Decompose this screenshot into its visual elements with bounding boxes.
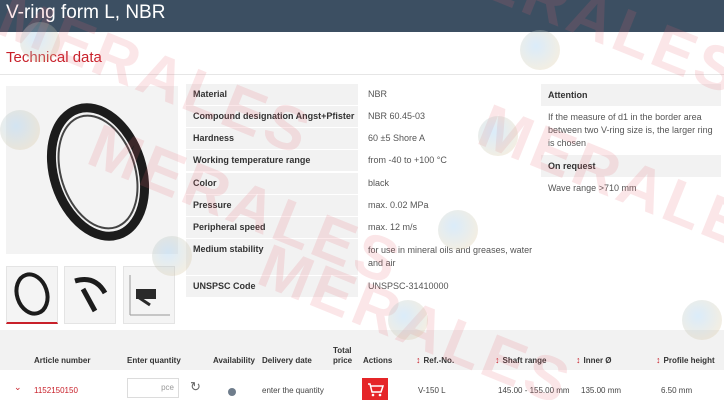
notes-column: Attention If the measure of d1 in the bo…	[541, 84, 721, 200]
spec-row: Medium stability for use in mineral oils…	[186, 239, 538, 275]
profile-thumb-icon	[74, 277, 108, 313]
spec-value: 60 ±5 Shore A	[361, 128, 538, 149]
attention-heading: Attention	[541, 84, 721, 106]
spec-row: Color black	[186, 173, 538, 194]
col-profile-height[interactable]: ↕ Profile height	[656, 355, 715, 365]
spec-label: Peripheral speed	[186, 217, 358, 238]
spec-value: NBR 60.45-03	[361, 106, 538, 127]
sort-icon: ↕	[416, 355, 421, 365]
divider	[0, 74, 724, 75]
profile-height-value: 6.50 mm	[661, 386, 693, 395]
col-profile-height-label: Profile height	[663, 356, 715, 365]
ref-no-value: V-150 L	[418, 386, 446, 395]
spec-label: Material	[186, 84, 358, 105]
spec-value: black	[361, 173, 538, 194]
col-article-number: Article number	[34, 356, 91, 365]
attention-text: If the measure of d1 in the border area …	[548, 112, 713, 148]
chevron-down-icon[interactable]: ⌄	[14, 382, 22, 393]
page-title: V-ring form L, NBR	[6, 2, 166, 23]
col-availability: Availability	[213, 356, 255, 365]
sort-icon: ↕	[495, 355, 500, 365]
spec-label: Working temperature range	[186, 150, 358, 171]
spec-row: Pressure max. 0.02 MPa	[186, 195, 538, 216]
col-enter-quantity: Enter quantity	[127, 356, 181, 365]
on-request-heading: On request	[541, 155, 721, 177]
v-ring-illustration	[46, 103, 150, 241]
watermark-globe	[520, 30, 560, 70]
section-title: Technical data	[6, 49, 102, 66]
spec-value: max. 12 m/s	[361, 217, 538, 238]
spec-row: Hardness 60 ±5 Shore A	[186, 128, 538, 149]
col-inner-label: Inner Ø	[583, 356, 612, 365]
delivery-date-value: enter the quantity	[262, 386, 324, 395]
spec-value: NBR	[361, 84, 538, 105]
thumbnail-drawing[interactable]	[123, 266, 175, 324]
spec-label: Medium stability	[186, 239, 358, 275]
sort-icon: ↕	[656, 355, 661, 365]
ring-thumb-icon	[14, 272, 50, 316]
col-ref-no-label: Ref.-No.	[423, 356, 455, 365]
shaft-range-value: 145.00 - 155.00 mm	[498, 386, 570, 395]
spec-value: max. 0.02 MPa	[361, 195, 538, 216]
col-shaft-range-label: Shaft range	[502, 356, 547, 365]
spec-value: UNSPSC-31410000	[361, 276, 538, 297]
col-actions: Actions	[363, 356, 393, 365]
product-page: V-ring form L, NBR Technical data Materi…	[0, 0, 724, 400]
spec-label: UNSPSC Code	[186, 276, 358, 297]
col-total-price: Total price	[333, 346, 353, 365]
spec-row: UNSPSC Code UNSPSC-31410000	[186, 276, 538, 297]
spec-label: Color	[186, 173, 358, 194]
spec-row: Material NBR	[186, 84, 538, 105]
sort-icon: ↕	[576, 355, 581, 365]
col-delivery-date: Delivery date	[262, 356, 312, 365]
col-shaft-range[interactable]: ↕ Shaft range	[495, 355, 547, 365]
article-table: Article number Enter quantity Availabili…	[0, 330, 724, 400]
thumbnail-profile[interactable]	[64, 266, 116, 324]
spec-row: Working temperature range from -40 to +1…	[186, 150, 538, 171]
product-image[interactable]	[6, 86, 178, 254]
quantity-input[interactable]: pce	[127, 378, 179, 398]
refresh-icon[interactable]: ↻	[190, 379, 201, 395]
inner-value: 135.00 mm	[581, 386, 622, 395]
spec-row: Compound designation Angst+Pfister NBR 6…	[186, 106, 538, 127]
on-request-text: Wave range >710 mm	[548, 183, 637, 193]
col-ref-no[interactable]: ↕ Ref.-No.	[416, 355, 454, 365]
cart-icon	[368, 383, 385, 397]
spec-row: Peripheral speed max. 12 m/s	[186, 217, 538, 238]
col-inner[interactable]: ↕ Inner Ø	[576, 355, 612, 365]
availability-dot	[228, 388, 236, 396]
spec-value: from -40 to +100 °C	[361, 150, 538, 171]
title-bar: V-ring form L, NBR	[0, 0, 724, 32]
thumbnail-ring[interactable]	[6, 266, 58, 324]
thumbnail-strip	[6, 266, 178, 326]
spec-label: Compound designation Angst+Pfister	[186, 106, 358, 127]
article-number-link[interactable]: 1152150150	[34, 386, 78, 395]
table-header: Article number Enter quantity Availabili…	[0, 330, 724, 370]
spec-label: Hardness	[186, 128, 358, 149]
drawing-thumb-icon	[129, 275, 170, 316]
spec-value: for use in mineral oils and greases, wat…	[361, 239, 538, 275]
spec-label: Pressure	[186, 195, 358, 216]
add-to-cart-button[interactable]	[362, 378, 388, 400]
